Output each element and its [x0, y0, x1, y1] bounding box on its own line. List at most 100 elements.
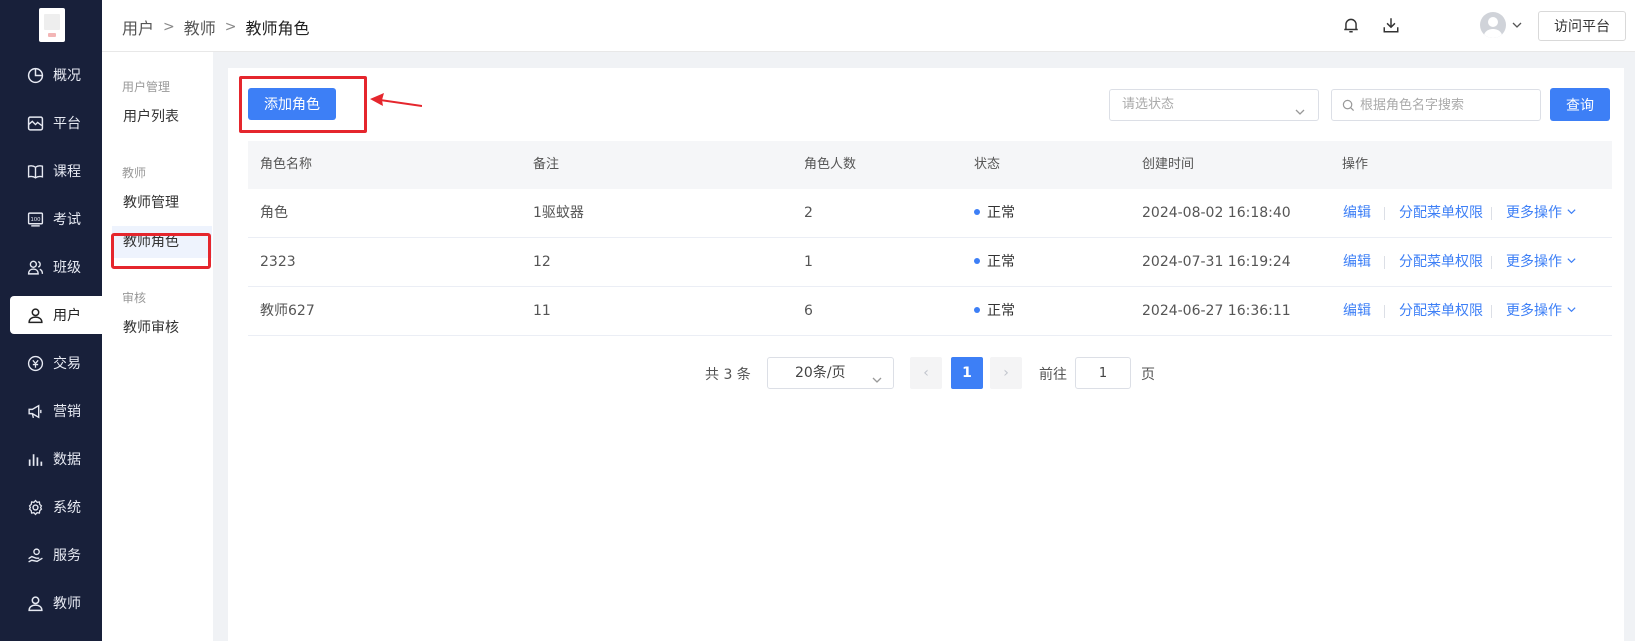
more-actions-link[interactable]: 更多操作: [1506, 238, 1577, 286]
next-page-button[interactable]: ›: [990, 357, 1022, 389]
column-header-remark: 备注: [533, 157, 560, 172]
svg-text:100: 100: [30, 217, 41, 223]
edit-link[interactable]: 编辑: [1343, 238, 1371, 286]
query-button[interactable]: 查询: [1550, 88, 1610, 121]
cell-remark: 11: [533, 303, 551, 319]
search-icon: [1342, 99, 1355, 116]
table-row: 2323 12 1 正常 2024-07-31 16:19:24 编辑 分配菜单…: [248, 238, 1612, 287]
cell-created: 2024-07-31 16:19:24: [1142, 254, 1291, 270]
nav-item-service[interactable]: 服务: [10, 536, 102, 574]
more-actions-link[interactable]: 更多操作: [1506, 189, 1577, 237]
cell-count: 2: [804, 205, 813, 221]
column-header-name: 角色名称: [260, 157, 313, 172]
nav-item-trade[interactable]: 交易: [10, 344, 102, 382]
column-header-actions: 操作: [1342, 157, 1369, 172]
cell-remark: 1驱蚊器: [533, 205, 584, 221]
chevron-right-icon: ›: [1003, 365, 1009, 381]
nav-item-user[interactable]: 用户: [10, 296, 102, 334]
status-select[interactable]: 请选状态: [1109, 89, 1319, 121]
cell-status: 正常: [974, 287, 1015, 335]
avatar[interactable]: [1480, 12, 1506, 38]
nav-item-platform[interactable]: 平台: [10, 104, 102, 142]
edit-link[interactable]: 编辑: [1343, 287, 1371, 335]
page-number-current[interactable]: 1: [951, 357, 983, 389]
nav-label: 系统: [53, 500, 81, 516]
cell-name: 2323: [260, 254, 296, 270]
assign-menu-permission-link[interactable]: 分配菜单权限: [1399, 189, 1483, 237]
nav-item-teacher[interactable]: 教师: [10, 584, 102, 622]
nav-label: 考试: [53, 212, 81, 228]
chevron-down-icon: [1567, 258, 1577, 264]
assign-menu-permission-link[interactable]: 分配菜单权限: [1399, 287, 1483, 335]
cell-created: 2024-08-02 16:18:40: [1142, 205, 1291, 221]
side-nav: 概况 平台 课程 100 考试 班级 用户 交易 营销 数据 系统 服务 教师: [0, 0, 102, 641]
edit-link[interactable]: 编辑: [1343, 189, 1371, 237]
divider: [1384, 207, 1385, 220]
nav-label: 班级: [53, 260, 81, 276]
search-input[interactable]: [1360, 90, 1535, 120]
cell-name: 教师627: [260, 303, 315, 319]
nav-label: 用户: [53, 308, 81, 324]
page-size-value: 20条/页: [795, 365, 846, 381]
highlight-box: [239, 76, 367, 133]
status-dot: [974, 258, 980, 264]
table-header: 角色名称 备注 角色人数 状态 创建时间 操作: [248, 141, 1612, 189]
chevron-down-icon: [1567, 209, 1577, 215]
submenu-group-review: 审核: [122, 291, 147, 305]
arrow-annotation-icon: [370, 93, 422, 107]
highlight-box: [111, 233, 211, 269]
status-text: 正常: [987, 205, 1015, 221]
more-actions-link[interactable]: 更多操作: [1506, 287, 1577, 335]
overview-icon: [25, 65, 45, 85]
column-header-count: 角色人数: [804, 157, 857, 172]
more-actions-label: 更多操作: [1506, 303, 1562, 319]
submenu-item-teacher-review[interactable]: 教师审核: [112, 312, 212, 344]
visit-platform-button[interactable]: 访问平台: [1538, 11, 1626, 41]
search-box: [1331, 89, 1541, 121]
bell-icon[interactable]: [1340, 14, 1362, 36]
chevron-down-icon[interactable]: [1506, 14, 1528, 36]
nav-item-exam[interactable]: 100 考试: [10, 200, 102, 238]
divider: [1384, 305, 1385, 318]
download-icon[interactable]: [1380, 14, 1402, 36]
logo: [39, 8, 65, 42]
platform-icon: [25, 113, 45, 133]
goto-page-input[interactable]: [1075, 357, 1131, 389]
divider: [1491, 256, 1492, 269]
status-text: 正常: [987, 254, 1015, 270]
breadcrumb-teacher[interactable]: 教师: [184, 15, 216, 39]
page-size-select[interactable]: 20条/页: [767, 357, 894, 389]
breadcrumb-user[interactable]: 用户: [122, 15, 154, 39]
chevron-left-icon: ‹: [923, 365, 929, 381]
status-dot: [974, 307, 980, 313]
assign-menu-permission-link[interactable]: 分配菜单权限: [1399, 238, 1483, 286]
submenu-group-user-manage: 用户管理: [122, 80, 171, 94]
more-actions-label: 更多操作: [1506, 205, 1562, 221]
nav-item-marketing[interactable]: 营销: [10, 392, 102, 430]
prev-page-button[interactable]: ‹: [910, 357, 942, 389]
table-row: 角色 1驱蚊器 2 正常 2024-08-02 16:18:40 编辑 分配菜单…: [248, 189, 1612, 238]
cell-count: 1: [804, 254, 813, 270]
system-icon: [25, 497, 45, 517]
nav-item-course[interactable]: 课程: [10, 152, 102, 190]
nav-item-system[interactable]: 系统: [10, 488, 102, 526]
exam-icon: 100: [25, 209, 45, 229]
divider: [1384, 256, 1385, 269]
status-select-placeholder: 请选状态: [1122, 97, 1175, 112]
nav-label: 课程: [53, 164, 81, 180]
submenu-item-teacher-manage[interactable]: 教师管理: [112, 187, 212, 219]
nav-item-class[interactable]: 班级: [10, 248, 102, 286]
nav-label: 数据: [53, 452, 81, 468]
class-icon: [25, 257, 45, 277]
cell-name: 角色: [260, 205, 288, 221]
nav-item-data[interactable]: 数据: [10, 440, 102, 478]
nav-item-overview[interactable]: 概况: [10, 56, 102, 94]
chevron-down-icon: [871, 367, 883, 397]
submenu-item-user-list[interactable]: 用户列表: [112, 101, 212, 133]
goto-label: 前往: [1039, 367, 1067, 383]
chevron-down-icon: [1294, 100, 1306, 130]
breadcrumb: 用户 > 教师 > 教师角色: [122, 15, 310, 39]
divider: [1491, 207, 1492, 220]
nav-label: 交易: [53, 356, 81, 372]
user-icon: [25, 305, 45, 325]
